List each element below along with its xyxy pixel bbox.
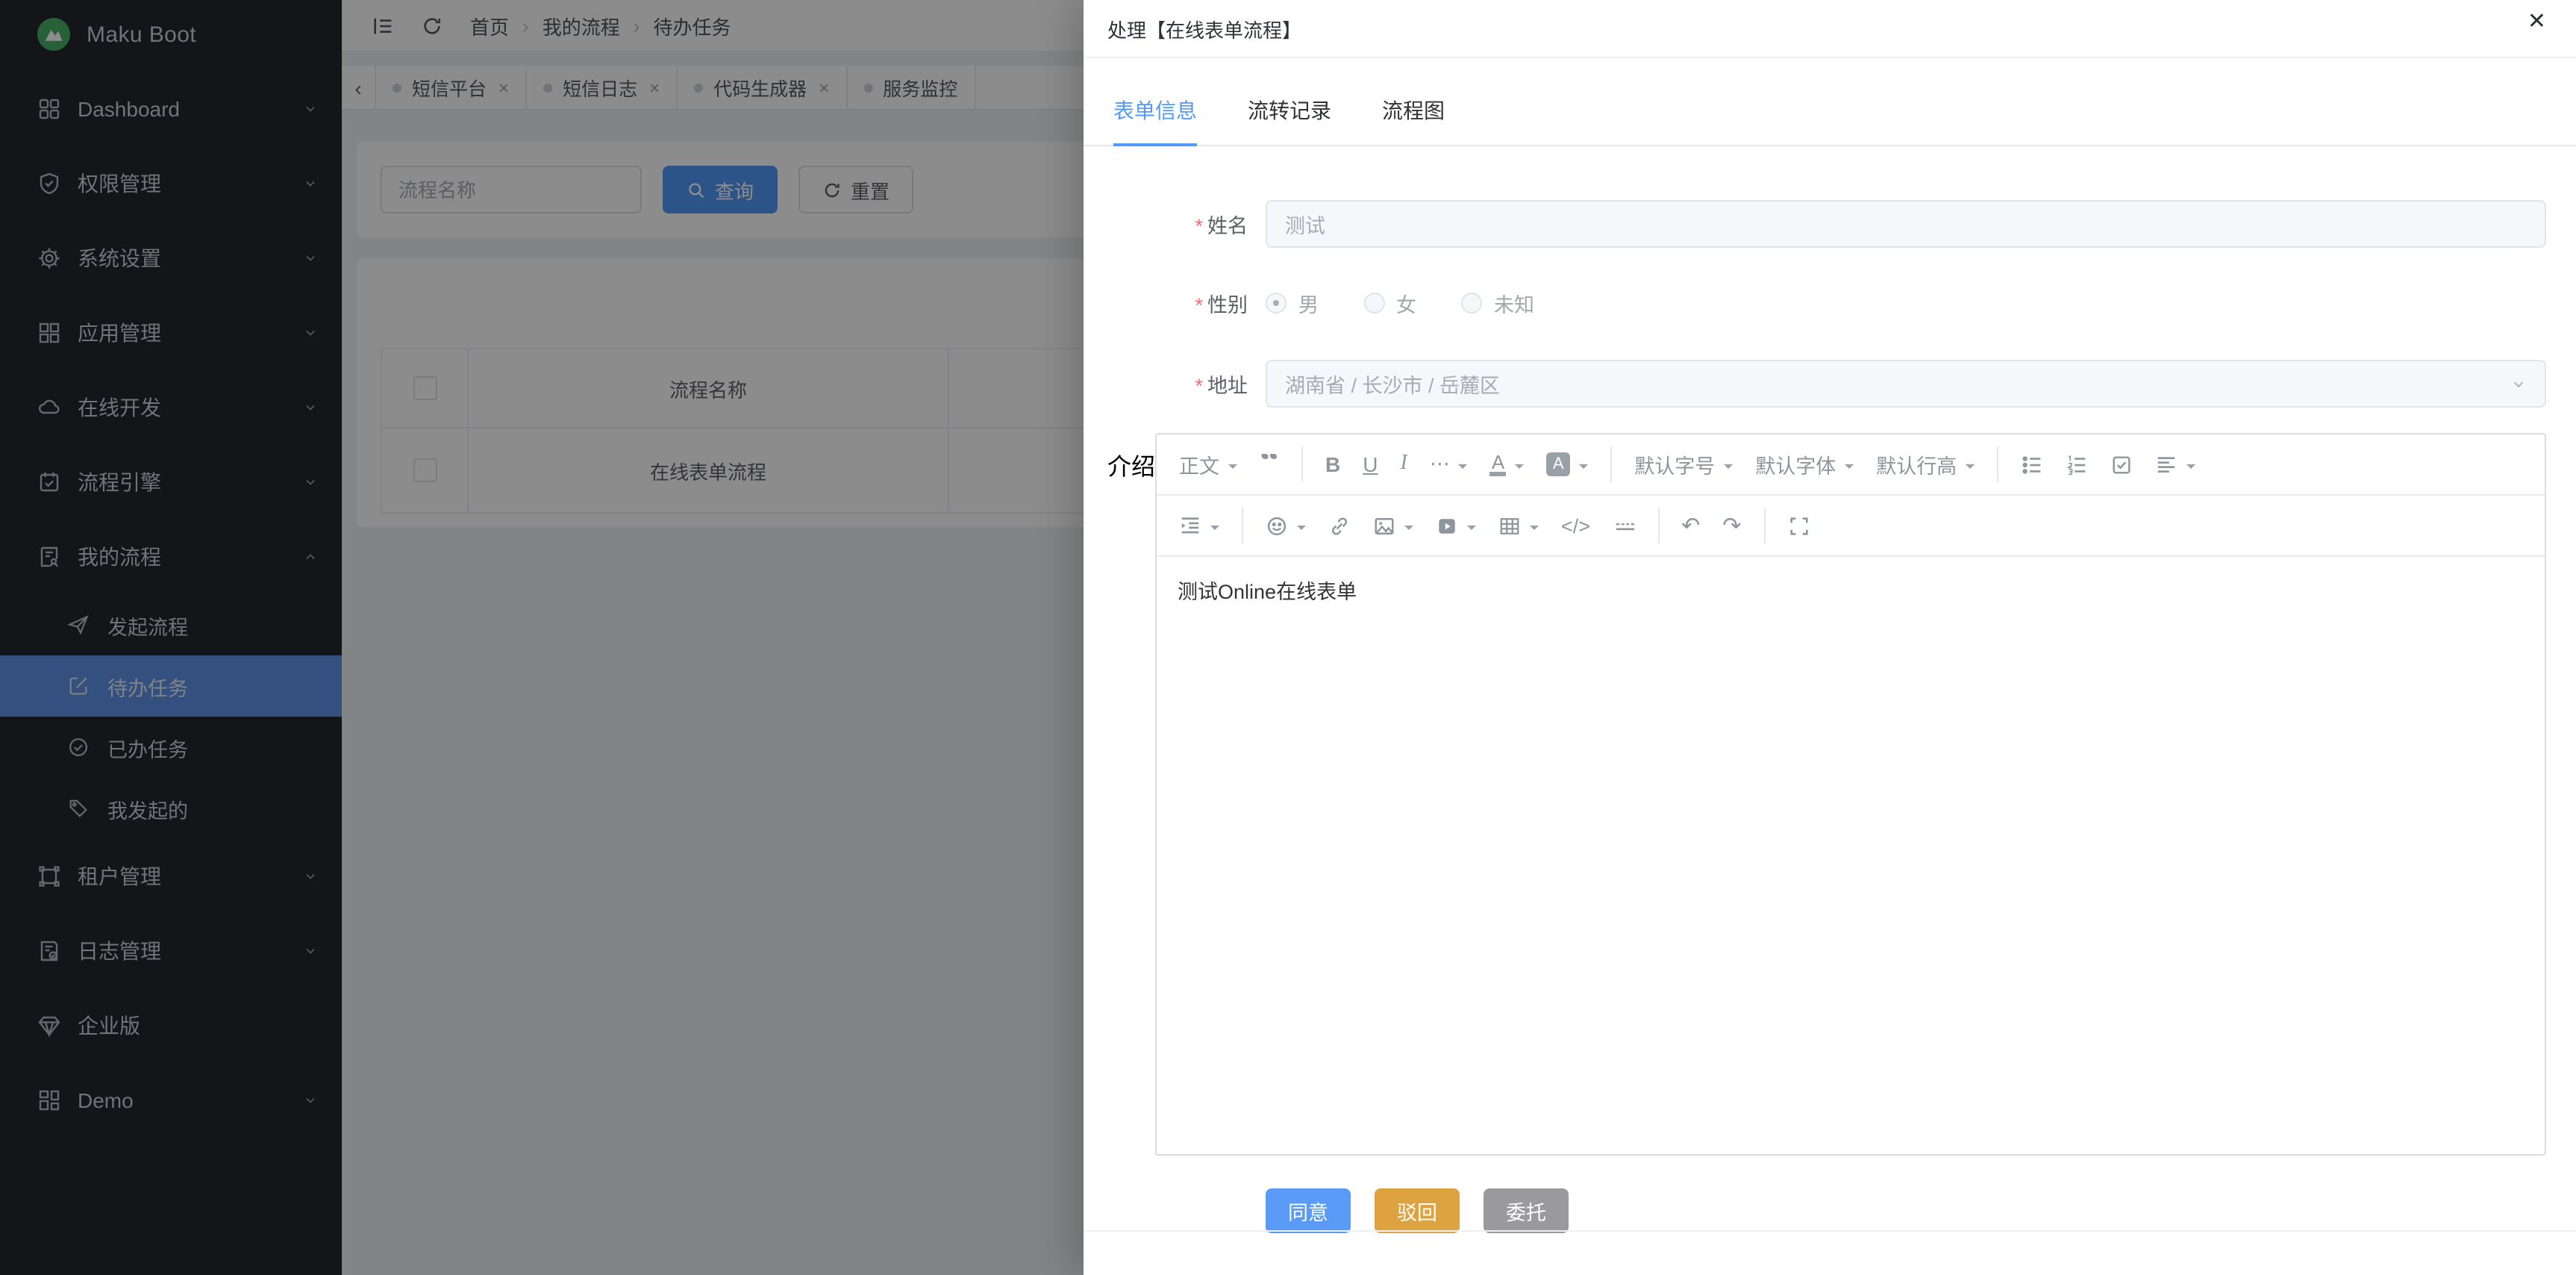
caret-down-icon	[2186, 464, 2195, 473]
modal-overlay[interactable]	[0, 0, 1084, 1275]
caret-down-icon	[1228, 464, 1237, 473]
form-row-name: *姓名 测试	[1084, 200, 2576, 248]
task-list-icon[interactable]	[2100, 445, 2143, 484]
drawer-header: 处理【在线表单流程】 ✕	[1084, 0, 2576, 58]
table-dropdown[interactable]	[1488, 506, 1549, 545]
font-size-dropdown[interactable]: 默认字号	[1624, 445, 1743, 484]
caret-down-icon	[1579, 464, 1588, 473]
toolbar-separator	[1301, 446, 1303, 482]
form-row-intro: 介绍 正文 “ B U I ⋯ A A 默认字号 默认字体	[1084, 433, 2576, 1156]
blockquote-icon[interactable]: “	[1249, 445, 1289, 484]
editor-toolbar-row-2: </> ↶ ↷	[1157, 496, 2545, 557]
form-row-address: *地址 湖南省 / 长沙市 / 岳麓区	[1084, 360, 2576, 408]
app-root: Maku Boot Dashboard 权限管理 系统设置 应用管理	[0, 0, 2576, 1275]
code-block-icon[interactable]: </>	[1551, 506, 1601, 545]
rich-text-editor: 正文 “ B U I ⋯ A A 默认字号 默认字体 默认行高	[1155, 433, 2546, 1156]
image-dropdown[interactable]	[1363, 506, 1424, 545]
redo-icon[interactable]: ↷	[1712, 506, 1751, 545]
radio-label: 未知	[1494, 288, 1534, 318]
toolbar-separator	[1657, 508, 1659, 543]
bullet-list-icon[interactable]	[2010, 445, 2054, 484]
fullscreen-icon[interactable]	[1777, 506, 1820, 545]
delegate-button[interactable]: 委托	[1484, 1188, 1569, 1233]
chevron-down-icon	[2510, 375, 2527, 392]
align-dropdown[interactable]	[2145, 445, 2206, 484]
more-styles-dropdown[interactable]: ⋯	[1419, 445, 1478, 484]
indent-dropdown[interactable]	[1169, 506, 1230, 545]
font-family-dropdown[interactable]: 默认字体	[1745, 445, 1864, 484]
caret-down-icon	[1467, 526, 1476, 534]
caret-down-icon	[1530, 526, 1539, 534]
caret-down-icon	[1845, 464, 1854, 473]
undo-icon[interactable]: ↶	[1671, 506, 1710, 545]
reject-button[interactable]: 驳回	[1375, 1188, 1460, 1233]
video-dropdown[interactable]	[1425, 506, 1486, 545]
editor-toolbar-row-1: 正文 “ B U I ⋯ A A 默认字号 默认字体 默认行高	[1157, 434, 2545, 496]
caret-down-icon	[1297, 526, 1306, 534]
tab-form-info[interactable]: 表单信息	[1113, 96, 1197, 145]
caret-down-icon	[1515, 464, 1524, 473]
form-row-gender: *性别 男 女 未知	[1084, 288, 2576, 318]
link-icon[interactable]	[1318, 506, 1361, 545]
required-asterisk: *	[1195, 375, 1203, 397]
drawer-footer-divider	[1084, 1230, 2576, 1232]
gender-option-female[interactable]: 女	[1363, 288, 1416, 318]
intro-label: 介绍	[1107, 433, 1155, 482]
tab-flow-diagram[interactable]: 流程图	[1382, 96, 1445, 145]
ordered-list-icon[interactable]	[2055, 445, 2098, 484]
font-color-dropdown[interactable]: A	[1480, 445, 1534, 484]
editor-content[interactable]: 测试Online在线表单	[1157, 557, 2545, 1154]
process-drawer: 处理【在线表单流程】 ✕ 表单信息 流转记录 流程图 *姓名 测试 *性别 男	[1084, 0, 2576, 1275]
required-asterisk: *	[1195, 294, 1203, 317]
radio-checked-icon	[1266, 293, 1287, 314]
gender-option-unknown[interactable]: 未知	[1461, 288, 1534, 318]
toolbar-separator	[1242, 508, 1243, 543]
radio-label: 男	[1298, 288, 1319, 318]
toolbar-separator	[1763, 508, 1765, 543]
required-asterisk: *	[1195, 215, 1203, 237]
divider-icon[interactable]	[1602, 506, 1645, 545]
agree-button[interactable]: 同意	[1266, 1188, 1351, 1233]
caret-down-icon	[1966, 464, 1975, 473]
address-label: *地址	[1107, 369, 1266, 399]
name-label: *姓名	[1107, 209, 1266, 239]
radio-icon	[1363, 293, 1384, 314]
line-height-dropdown[interactable]: 默认行高	[1866, 445, 1985, 484]
italic-icon[interactable]: I	[1390, 445, 1418, 484]
drawer-actions: 同意 驳回 委托	[1084, 1156, 2576, 1233]
paragraph-style-dropdown[interactable]: 正文	[1169, 445, 1248, 484]
radio-label: 女	[1396, 288, 1416, 318]
address-value: 湖南省 / 长沙市 / 岳麓区	[1285, 369, 1500, 399]
emoji-dropdown[interactable]	[1255, 506, 1316, 545]
drawer-tabs: 表单信息 流转记录 流程图	[1084, 58, 2576, 146]
address-select[interactable]: 湖南省 / 长沙市 / 岳麓区	[1266, 360, 2546, 408]
bg-color-dropdown[interactable]: A	[1536, 445, 1598, 484]
toolbar-separator	[1997, 446, 1998, 482]
underline-icon[interactable]: U	[1352, 445, 1388, 484]
caret-down-icon	[1210, 526, 1219, 534]
close-icon[interactable]: ✕	[2527, 10, 2546, 33]
tab-flow-records[interactable]: 流转记录	[1248, 96, 1331, 145]
bold-icon[interactable]: B	[1315, 445, 1351, 484]
caret-down-icon	[1459, 464, 1468, 473]
caret-down-icon	[1724, 464, 1733, 473]
caret-down-icon	[1404, 526, 1413, 534]
toolbar-separator	[1610, 446, 1612, 482]
gender-option-male[interactable]: 男	[1266, 288, 1319, 318]
drawer-title: 处理【在线表单流程】	[1107, 14, 1301, 43]
drawer-body: *姓名 测试 *性别 男 女 未知 *地址	[1084, 200, 2576, 1233]
name-field[interactable]: 测试	[1266, 200, 2546, 248]
gender-label: *性别	[1107, 288, 1266, 318]
radio-icon	[1461, 293, 1482, 314]
